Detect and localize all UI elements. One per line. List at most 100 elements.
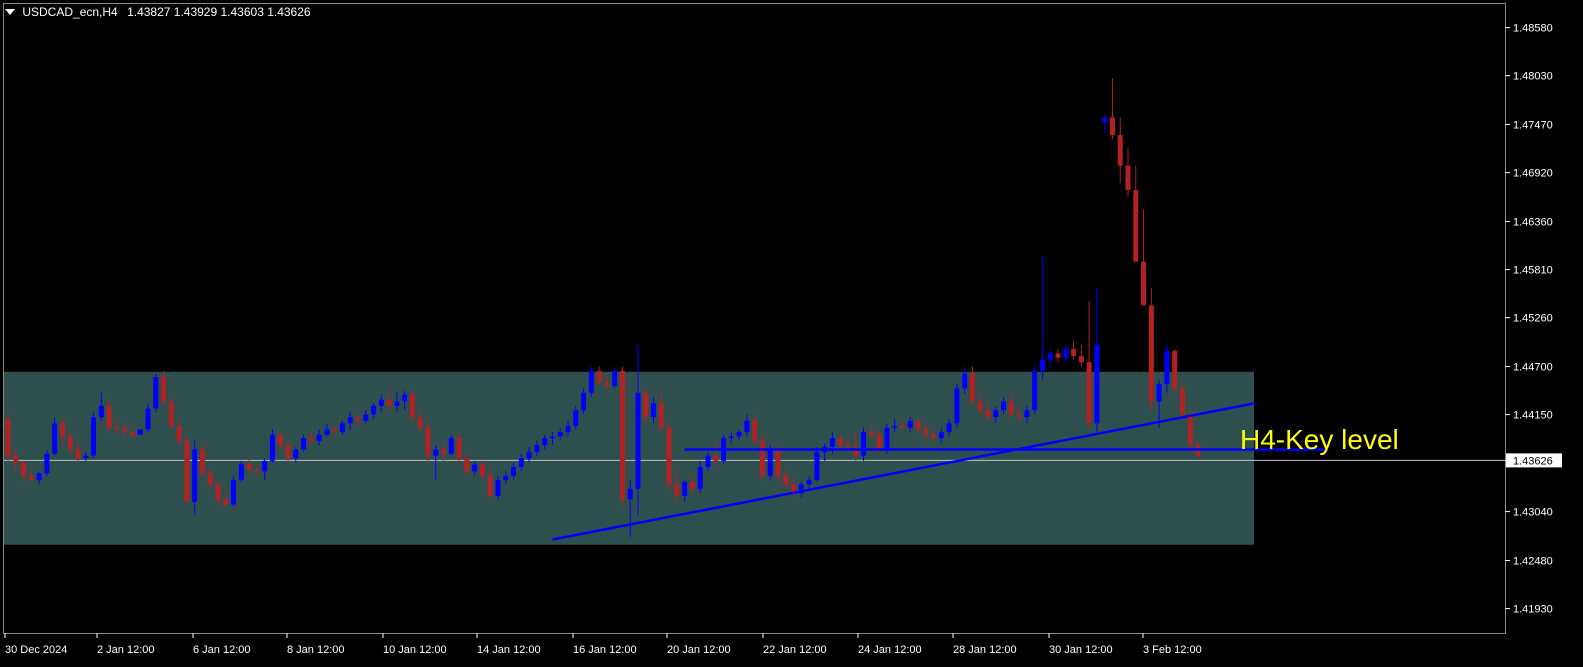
candle-body bbox=[129, 432, 135, 435]
candle-body bbox=[977, 401, 983, 411]
y-tick-label: 1.46920 bbox=[1513, 168, 1553, 180]
candle-body bbox=[83, 455, 89, 459]
candle-body bbox=[176, 425, 182, 441]
candle-body bbox=[433, 449, 439, 456]
candle-body bbox=[612, 370, 618, 386]
candle-body bbox=[332, 429, 338, 433]
candle-body bbox=[145, 408, 151, 430]
candle-body bbox=[238, 464, 244, 481]
candle-body bbox=[464, 458, 470, 472]
candle-body bbox=[1141, 261, 1147, 306]
candle-body bbox=[689, 481, 695, 489]
candle-body bbox=[13, 455, 19, 463]
candle-body bbox=[324, 429, 330, 435]
y-tick-label: 1.44700 bbox=[1513, 362, 1553, 374]
y-tick-label: 1.45810 bbox=[1513, 265, 1553, 277]
candle-body bbox=[542, 438, 548, 446]
candle-body bbox=[899, 425, 905, 428]
candle-body bbox=[969, 373, 975, 402]
y-tick-label: 1.41930 bbox=[1513, 604, 1553, 616]
candle-body bbox=[985, 410, 991, 418]
candle-body bbox=[98, 405, 104, 418]
candle-body bbox=[207, 473, 213, 485]
candle-body bbox=[962, 373, 968, 389]
candle-body bbox=[1086, 362, 1092, 424]
candle-body bbox=[114, 427, 120, 430]
candle-body bbox=[837, 438, 843, 446]
y-tick-label: 1.43040 bbox=[1513, 507, 1553, 519]
candle-body bbox=[1187, 414, 1193, 446]
candle-body bbox=[1008, 401, 1014, 415]
candle-body bbox=[409, 394, 415, 418]
candle-body bbox=[861, 432, 867, 456]
candle-body bbox=[347, 417, 353, 424]
candle-body bbox=[783, 475, 789, 485]
candle-body bbox=[1179, 388, 1185, 415]
candle-body bbox=[993, 410, 999, 418]
candle-body bbox=[293, 449, 299, 459]
candle-body bbox=[526, 452, 532, 459]
candle-body bbox=[137, 429, 143, 435]
candle-body bbox=[713, 455, 719, 461]
candle-body bbox=[1094, 344, 1100, 424]
candle-body bbox=[1047, 353, 1053, 360]
candle-body bbox=[301, 438, 307, 450]
candle-body bbox=[946, 423, 952, 433]
candle-body bbox=[168, 401, 174, 426]
y-tick-label: 1.47470 bbox=[1513, 120, 1553, 132]
candle-body bbox=[1001, 401, 1007, 411]
candle-body bbox=[775, 449, 781, 476]
candle-body bbox=[316, 434, 322, 441]
candle-body bbox=[549, 436, 555, 439]
candle-body bbox=[666, 427, 672, 485]
candle-body bbox=[1125, 165, 1131, 191]
candle-body bbox=[378, 399, 384, 406]
candle-body bbox=[1172, 350, 1178, 389]
x-tick-label: 30 Jan 12:00 bbox=[1049, 644, 1113, 656]
candle-body bbox=[627, 488, 633, 500]
candle-body bbox=[1148, 305, 1154, 402]
candle-body bbox=[199, 449, 205, 474]
candle-body bbox=[573, 410, 579, 426]
x-tick-label: 30 Dec 2024 bbox=[5, 644, 67, 656]
candle-body bbox=[736, 432, 742, 437]
y-tick-label: 1.42480 bbox=[1513, 555, 1553, 567]
candle-body bbox=[581, 392, 587, 411]
candle-body bbox=[456, 438, 462, 459]
candle-body bbox=[845, 445, 851, 447]
price-chart[interactable]: 1.48580 1.48030 1.47470 1.46920 1.46360 1.458… bbox=[0, 0, 1583, 667]
candle-body bbox=[28, 475, 34, 481]
x-tick-label: 10 Jan 12:00 bbox=[383, 644, 447, 656]
candle-body bbox=[192, 449, 198, 502]
x-tick-label: 16 Jan 12:00 bbox=[573, 644, 637, 656]
x-tick-label: 28 Jan 12:00 bbox=[953, 644, 1017, 656]
candle-body bbox=[1117, 135, 1123, 166]
candle-body bbox=[153, 377, 159, 409]
candle-body bbox=[829, 438, 835, 447]
candle-body bbox=[1078, 356, 1084, 363]
candle-body bbox=[954, 388, 960, 424]
candle-body bbox=[511, 467, 517, 476]
candle-body bbox=[534, 445, 540, 453]
candle-body bbox=[752, 420, 758, 441]
candle-body bbox=[52, 423, 58, 454]
x-tick-label: 22 Jan 12:00 bbox=[763, 644, 827, 656]
candle-body bbox=[759, 440, 765, 476]
candle-body bbox=[1109, 117, 1115, 136]
candle-body bbox=[36, 473, 42, 481]
candle-body bbox=[402, 394, 408, 402]
candle-body bbox=[915, 420, 921, 430]
candle-body bbox=[588, 370, 594, 393]
candle-body bbox=[448, 438, 454, 454]
candle-body bbox=[767, 449, 773, 476]
candle-body bbox=[565, 425, 571, 433]
candle-body bbox=[472, 464, 478, 472]
candle-body bbox=[1039, 359, 1045, 371]
x-tick-label: 24 Jan 12:00 bbox=[858, 644, 922, 656]
candle-body bbox=[674, 484, 680, 496]
candle-body bbox=[923, 429, 929, 435]
candle-body bbox=[215, 484, 221, 500]
candle-body bbox=[59, 423, 65, 437]
candle-body bbox=[635, 392, 641, 489]
candle-body bbox=[596, 370, 602, 383]
